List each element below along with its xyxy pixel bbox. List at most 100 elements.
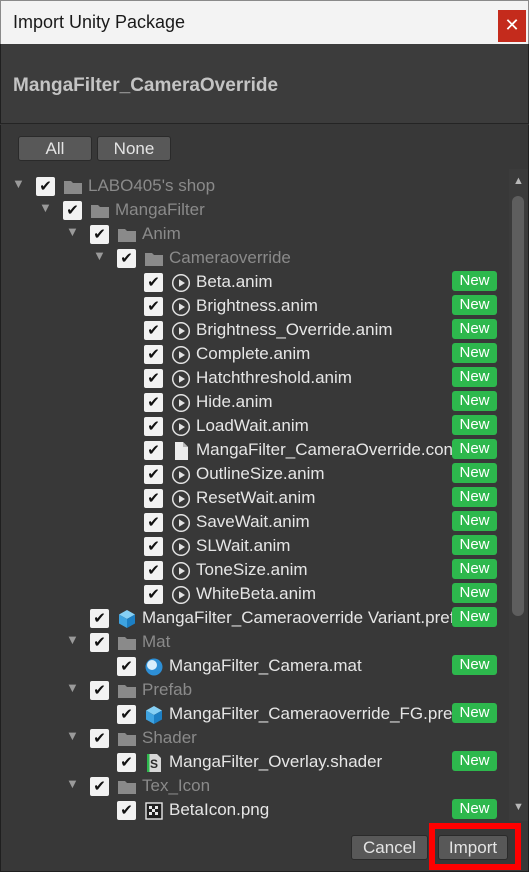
tree-file-row[interactable]: ✔ Brightness_Override.anim New bbox=[1, 317, 510, 341]
tree-file-row[interactable]: ✔ BetaIcon.png New bbox=[1, 797, 510, 821]
include-checkbox[interactable]: ✔ bbox=[90, 729, 109, 748]
animation-clip-icon bbox=[171, 513, 191, 533]
expand-arrow-icon[interactable]: ▼ bbox=[66, 680, 79, 695]
include-checkbox[interactable]: ✔ bbox=[144, 441, 163, 460]
folder-icon bbox=[117, 633, 137, 653]
tree-file-row[interactable]: ✔ Complete.anim New bbox=[1, 341, 510, 365]
expand-arrow-icon[interactable]: ▼ bbox=[12, 176, 25, 191]
include-checkbox[interactable]: ✔ bbox=[117, 657, 136, 676]
tree-folder-row[interactable]: ▼ ✔ Shader bbox=[1, 725, 510, 749]
close-button[interactable]: ✕ bbox=[498, 10, 526, 42]
new-badge: New bbox=[452, 607, 497, 627]
tree-file-row[interactable]: ✔ MangaFilter_Cameraoverride Variant.pref… bbox=[1, 605, 510, 629]
include-checkbox[interactable]: ✔ bbox=[63, 201, 82, 220]
include-checkbox[interactable]: ✔ bbox=[144, 321, 163, 340]
include-checkbox[interactable]: ✔ bbox=[117, 753, 136, 772]
include-checkbox[interactable]: ✔ bbox=[117, 249, 136, 268]
include-checkbox[interactable]: ✔ bbox=[90, 225, 109, 244]
new-badge: New bbox=[452, 703, 497, 723]
include-checkbox[interactable]: ✔ bbox=[144, 393, 163, 412]
include-checkbox[interactable]: ✔ bbox=[144, 297, 163, 316]
tree-file-row[interactable]: ✔ ResetWait.anim New bbox=[1, 485, 510, 509]
include-checkbox[interactable]: ✔ bbox=[90, 609, 109, 628]
tree-folder-row[interactable]: ▼ ✔ Cameraoverride bbox=[1, 245, 510, 269]
tree-folder-row[interactable]: ▼ ✔ MangaFilter bbox=[1, 197, 510, 221]
tree-file-row[interactable]: ✔ Brightness.anim New bbox=[1, 293, 510, 317]
tree-item-label: Tex_Icon bbox=[142, 776, 211, 795]
new-badge: New bbox=[452, 655, 497, 675]
new-badge: New bbox=[452, 559, 497, 579]
folder-icon bbox=[144, 249, 164, 269]
package-name: MangaFilter_CameraOverride bbox=[13, 75, 279, 96]
expand-arrow-icon[interactable]: ▼ bbox=[66, 728, 79, 743]
include-checkbox[interactable]: ✔ bbox=[144, 585, 163, 604]
import-highlight-box bbox=[429, 823, 521, 870]
include-checkbox[interactable]: ✔ bbox=[144, 273, 163, 292]
cancel-button[interactable]: Cancel bbox=[351, 835, 428, 860]
folder-icon bbox=[63, 177, 83, 197]
tree-item-label: MangaFilter_CameraOverride.contro bbox=[196, 440, 473, 459]
new-badge: New bbox=[452, 343, 497, 363]
animation-clip-icon bbox=[171, 393, 191, 413]
animation-clip-icon bbox=[171, 297, 191, 317]
tree-item-label: ToneSize.anim bbox=[196, 560, 308, 579]
tree-file-row[interactable]: ✔ S MangaFilter_Overlay.shader New bbox=[1, 749, 510, 773]
select-none-button[interactable]: None bbox=[97, 136, 171, 161]
window-title: Import Unity Package bbox=[13, 12, 186, 32]
tree-file-row[interactable]: ✔ MangaFilter_Cameraoverride_FG.prefab New bbox=[1, 701, 510, 725]
select-all-button[interactable]: All bbox=[18, 136, 92, 161]
asset-tree: ▼ ✔ LABO405's shop ▼ ✔ MangaFilter ▼ ✔ Anim ▼ ✔ Cam… bbox=[0, 169, 529, 821]
expand-arrow-icon[interactable]: ▼ bbox=[39, 200, 52, 215]
tree-file-row[interactable]: ✔ SLWait.anim New bbox=[1, 533, 510, 557]
include-checkbox[interactable]: ✔ bbox=[144, 513, 163, 532]
include-checkbox[interactable]: ✔ bbox=[144, 417, 163, 436]
new-badge: New bbox=[452, 439, 497, 459]
tree-item-label: ResetWait.anim bbox=[196, 488, 316, 507]
tree-file-row[interactable]: ✔ Hatchthreshold.anim New bbox=[1, 365, 510, 389]
include-checkbox[interactable]: ✔ bbox=[90, 777, 109, 796]
scroll-down-arrow-icon[interactable]: ▼ bbox=[513, 801, 524, 813]
include-checkbox[interactable]: ✔ bbox=[144, 489, 163, 508]
tree-file-row[interactable]: ✔ LoadWait.anim New bbox=[1, 413, 510, 437]
tree-item-label: Brightness.anim bbox=[196, 296, 318, 315]
tree-item-label: Hide.anim bbox=[196, 392, 273, 411]
include-checkbox[interactable]: ✔ bbox=[117, 801, 136, 820]
include-checkbox[interactable]: ✔ bbox=[144, 345, 163, 364]
folder-icon bbox=[117, 729, 137, 749]
folder-icon bbox=[117, 681, 137, 701]
expand-arrow-icon[interactable]: ▼ bbox=[66, 224, 79, 239]
selection-toolbar: All None bbox=[0, 125, 529, 169]
tree-file-row[interactable]: ✔ WhiteBeta.anim New bbox=[1, 581, 510, 605]
include-checkbox[interactable]: ✔ bbox=[144, 537, 163, 556]
expand-arrow-icon[interactable]: ▼ bbox=[66, 632, 79, 647]
tree-folder-row[interactable]: ▼ ✔ LABO405's shop bbox=[1, 173, 510, 197]
include-checkbox[interactable]: ✔ bbox=[144, 561, 163, 580]
include-checkbox[interactable]: ✔ bbox=[117, 705, 136, 724]
include-checkbox[interactable]: ✔ bbox=[144, 465, 163, 484]
tree-scrollbar[interactable]: ▲ ▼ bbox=[509, 169, 529, 821]
tree-folder-row[interactable]: ▼ ✔ Tex_Icon bbox=[1, 773, 510, 797]
tree-item-label: Brightness_Override.anim bbox=[196, 320, 393, 339]
tree-item-label: Hatchthreshold.anim bbox=[196, 368, 352, 387]
tree-file-row[interactable]: ✔ MangaFilter_CameraOverride.contro New bbox=[1, 437, 510, 461]
tree-folder-row[interactable]: ▼ ✔ Mat bbox=[1, 629, 510, 653]
tree-file-row[interactable]: ✔ SaveWait.anim New bbox=[1, 509, 510, 533]
expand-arrow-icon[interactable]: ▼ bbox=[93, 248, 106, 263]
title-bar: Import Unity Package ✕ bbox=[0, 0, 529, 44]
tree-file-row[interactable]: ✔ Hide.anim New bbox=[1, 389, 510, 413]
tree-folder-row[interactable]: ▼ ✔ Prefab bbox=[1, 677, 510, 701]
scrollbar-thumb[interactable] bbox=[512, 196, 524, 616]
include-checkbox[interactable]: ✔ bbox=[36, 177, 55, 196]
tree-folder-row[interactable]: ▼ ✔ Anim bbox=[1, 221, 510, 245]
tree-file-row[interactable]: ✔ ToneSize.anim New bbox=[1, 557, 510, 581]
scroll-up-arrow-icon[interactable]: ▲ bbox=[513, 175, 524, 187]
include-checkbox[interactable]: ✔ bbox=[90, 681, 109, 700]
expand-arrow-icon[interactable]: ▼ bbox=[66, 776, 79, 791]
include-checkbox[interactable]: ✔ bbox=[144, 369, 163, 388]
tree-file-row[interactable]: ✔ MangaFilter_Camera.mat New bbox=[1, 653, 510, 677]
new-badge: New bbox=[452, 799, 497, 819]
tree-file-row[interactable]: ✔ OutlineSize.anim New bbox=[1, 461, 510, 485]
tree-file-row[interactable]: ✔ Beta.anim New bbox=[1, 269, 510, 293]
include-checkbox[interactable]: ✔ bbox=[90, 633, 109, 652]
tree-item-label: Mat bbox=[142, 632, 171, 651]
